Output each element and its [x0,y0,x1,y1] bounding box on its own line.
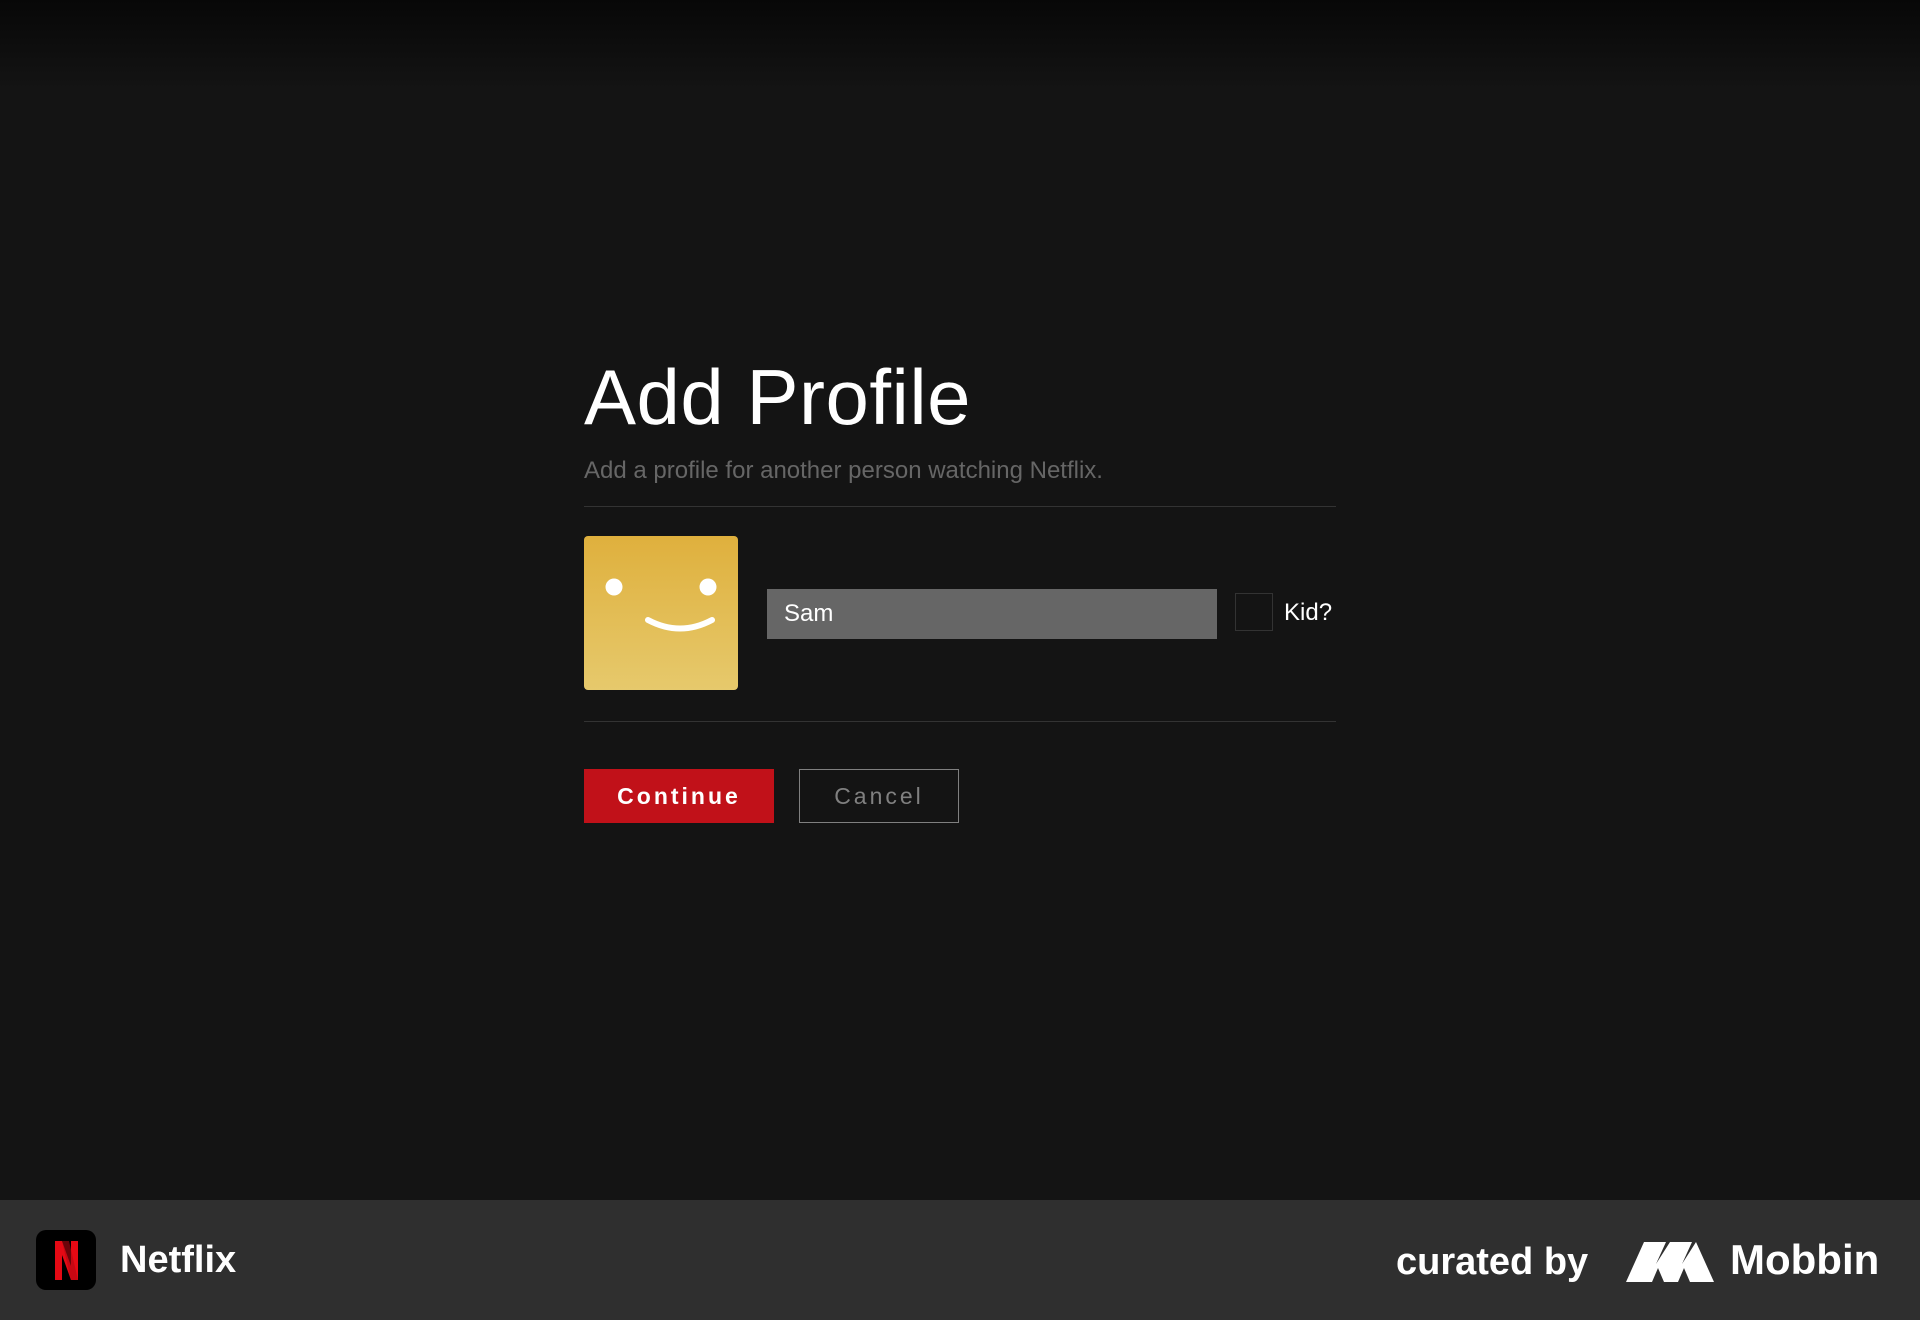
page-title: Add Profile [584,353,972,441]
app-name: Netflix [120,1239,237,1281]
mobbin-logo-icon [1626,1242,1714,1282]
kid-checkbox[interactable] [1235,593,1273,631]
add-profile-panel: Add Profile Add a profile for another pe… [584,352,1336,823]
attribution-footer: Netflix curated by Mobbin [0,1200,1920,1320]
cancel-button[interactable]: Cancel [799,769,959,823]
profile-avatar[interactable] [584,536,738,690]
curated-by-label: curated by [1396,1241,1589,1283]
profile-entry-row: Kid? [584,507,1336,721]
bottom-divider [584,721,1336,722]
smiley-face-icon [605,578,717,632]
page-subtitle: Add a profile for another person watchin… [584,457,1103,484]
continue-button[interactable]: Continue [584,769,774,823]
kid-label[interactable]: Kid? [1284,599,1332,627]
netflix-n-icon [36,1230,96,1290]
mobbin-brand-name: Mobbin [1730,1236,1880,1283]
profile-name-input[interactable] [767,589,1217,639]
top-gradient [0,0,1920,90]
action-buttons: Continue Cancel [584,769,1336,823]
add-profile-page: Add Profile Add a profile for another pe… [0,0,1920,1320]
